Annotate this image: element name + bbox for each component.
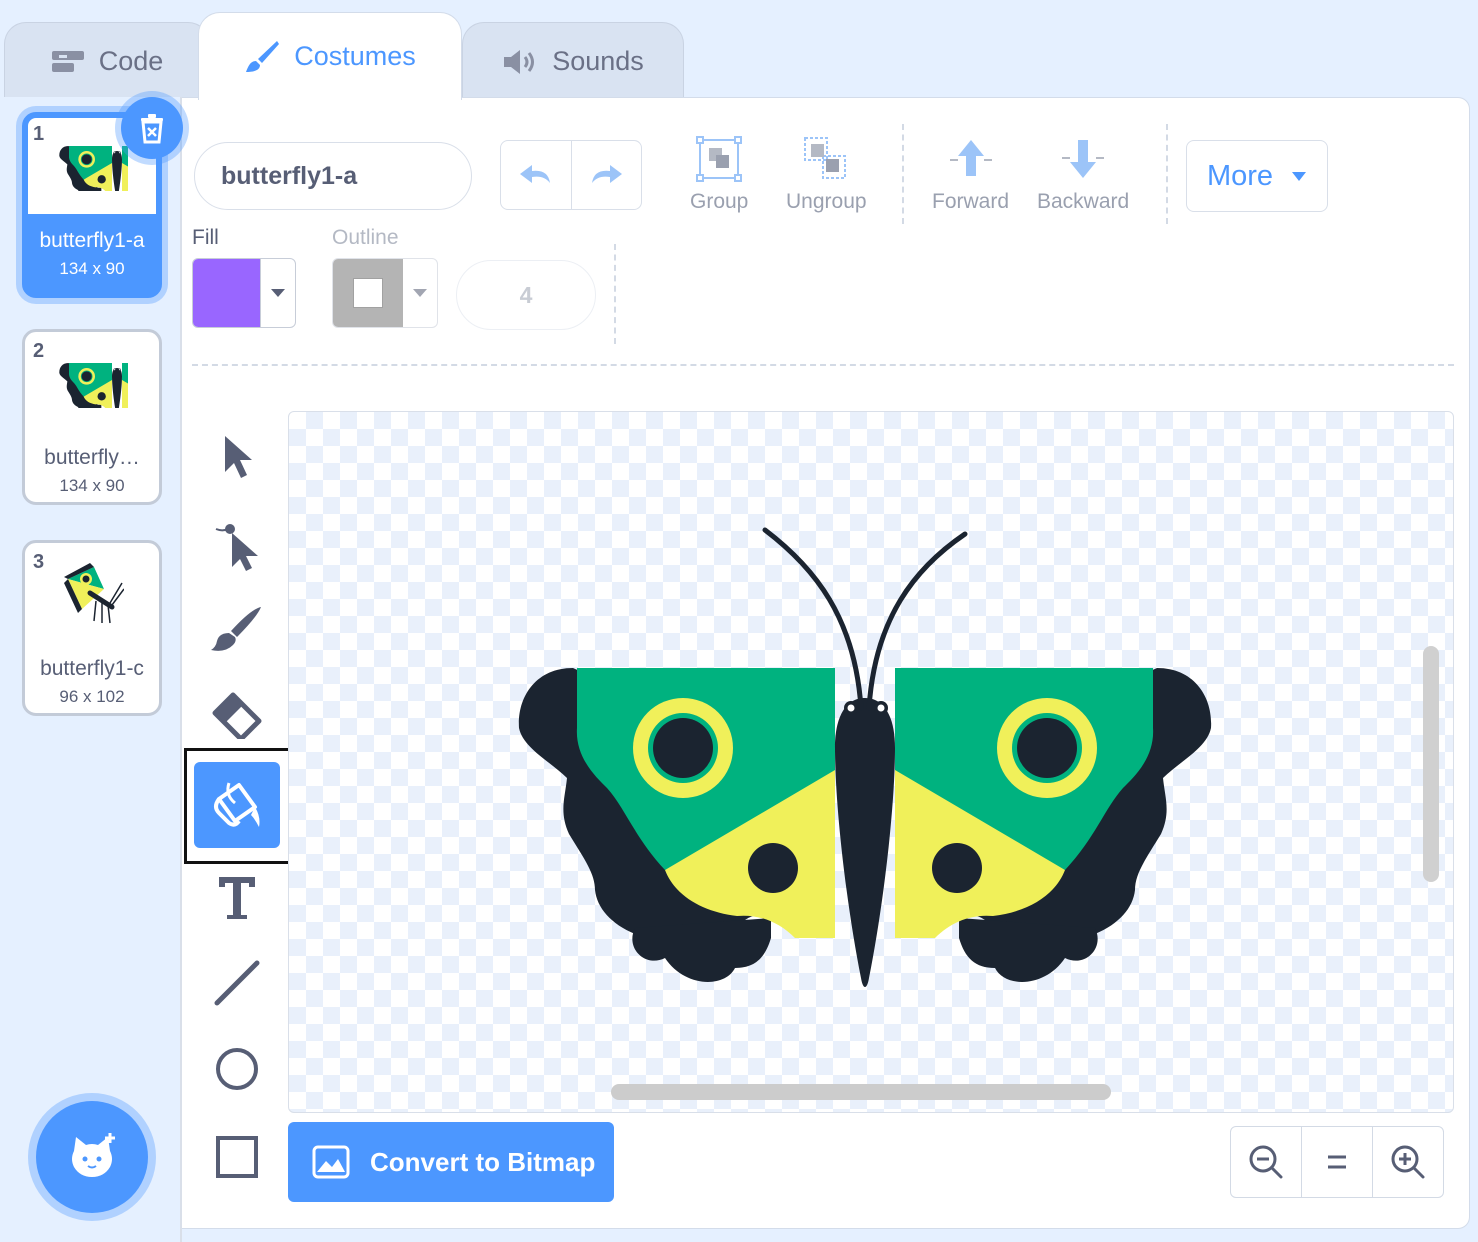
outline-color-picker[interactable] [332,258,438,328]
costume-name: butterfly1-c [40,657,144,680]
caret-down-icon [413,289,427,297]
outline-label: Outline [332,226,399,249]
costume-list: 1 butterfly1-a 134 x 90 2 butterfly… 134… [0,97,183,1242]
code-blocks-icon [51,50,84,72]
select-tool[interactable] [194,414,280,500]
tab-costumes[interactable]: Costumes [198,12,462,100]
outline-width-field[interactable]: 4 [456,260,596,330]
forward-label: Forward [932,190,1010,213]
ungroup-icon [804,137,847,179]
undo-icon [519,165,550,183]
toolbar-divider [1166,124,1168,224]
tab-sounds-label: Sounds [552,46,644,76]
delete-costume-button[interactable] [121,97,183,159]
horizontal-scrollbar[interactable] [611,1084,1111,1100]
brush-tool[interactable] [194,586,280,672]
forward-button[interactable]: Forward [932,136,1009,214]
zoom-controls [1230,1126,1444,1198]
reshape-tool[interactable] [194,500,280,586]
paint-editor: butterfly1-a Group Ungroup Forward Backw… [182,97,1470,1229]
zoom-out-icon [1249,1145,1283,1179]
speaker-icon [504,49,535,74]
redo-button[interactable] [572,141,642,209]
fill-label: Fill [192,226,219,249]
backward-button[interactable]: Backward [1037,136,1129,214]
arrow-down-icon [1062,140,1105,178]
costume-tile-1[interactable]: 1 butterfly1-a 134 x 90 [22,97,183,298]
costume-name: butterfly… [44,446,140,469]
choose-costume-button[interactable] [36,1101,148,1213]
rectangle-tool[interactable] [194,1114,280,1200]
fill-tool[interactable] [194,762,280,848]
ungroup-label: Ungroup [786,190,867,213]
paintbrush-icon [211,607,261,651]
butterfly-side-thumbnail [64,563,124,624]
equals-icon [1328,1155,1346,1169]
group-button[interactable]: Group [690,136,748,214]
costume-name-field[interactable]: butterfly1-a [194,142,472,210]
tab-sounds[interactable]: Sounds [462,22,684,100]
toolbar-divider [902,124,904,224]
eraser-tool[interactable] [194,672,280,758]
butterfly-thumbnail [59,363,128,408]
costume-thumbnail [28,546,156,642]
text-t-icon [219,877,255,919]
toolbar-separator [192,364,1454,366]
caret-down-icon [271,289,285,297]
costume-tile-3[interactable]: 3 butterfly1-c 96 x 102 [22,540,162,716]
toolbar-divider [614,244,616,344]
undo-redo-group [500,140,642,210]
costume-tile-2[interactable]: 2 butterfly… 134 x 90 [22,329,162,505]
zoom-out-button[interactable] [1231,1127,1301,1197]
convert-to-bitmap-button[interactable]: Convert to Bitmap [288,1122,614,1202]
circle-icon [216,1048,258,1090]
paint-canvas[interactable] [288,411,1454,1113]
fill-dropdown-arrow [261,259,295,327]
group-label: Group [690,190,749,213]
line-tool[interactable] [194,940,280,1026]
undo-button[interactable] [501,141,572,209]
reshape-pointer-icon [215,524,258,571]
costume-size: 96 x 102 [59,687,125,706]
costume-thumbnail [28,335,156,431]
paintbrush-icon [246,40,280,72]
rectangle-icon [216,1136,258,1178]
cat-plus-icon [72,1133,115,1177]
ungroup-button[interactable]: Ungroup [786,136,867,214]
butterfly-drawing [518,527,1212,987]
zoom-in-button[interactable] [1372,1127,1443,1197]
backward-label: Backward [1037,190,1130,213]
circle-tool[interactable] [194,1026,280,1112]
zoom-reset-button[interactable] [1301,1127,1372,1197]
butterfly-thumbnail [59,146,128,191]
fill-color-picker[interactable] [192,258,296,328]
costume-number: 1 [33,123,45,145]
caret-down-icon [1292,172,1307,181]
tab-code-label: Code [98,46,164,76]
costume-name: butterfly1-a [39,229,145,252]
costume-size: 134 x 90 [59,476,125,495]
text-tool[interactable] [194,854,280,940]
costume-size: 134 x 90 [59,259,125,278]
group-icon [696,136,743,182]
trash-icon [141,114,163,144]
zoom-in-icon [1391,1145,1425,1179]
tab-costumes-label: Costumes [294,41,416,71]
tab-code[interactable]: Code [4,22,210,100]
outline-dropdown-arrow [403,259,437,327]
paint-bucket-icon [214,782,260,827]
line-icon [214,960,260,1006]
convert-label: Convert to Bitmap [370,1146,596,1177]
more-label: More [1206,159,1274,192]
arrow-up-icon [949,140,992,176]
outline-color-swatch [333,259,403,327]
arrow-pointer-icon [225,436,252,478]
fill-color-swatch [193,259,261,327]
redo-icon [592,165,623,183]
image-icon [312,1145,350,1179]
more-button[interactable]: More [1186,140,1328,212]
eraser-icon [212,692,262,739]
vertical-scrollbar[interactable] [1423,646,1439,882]
